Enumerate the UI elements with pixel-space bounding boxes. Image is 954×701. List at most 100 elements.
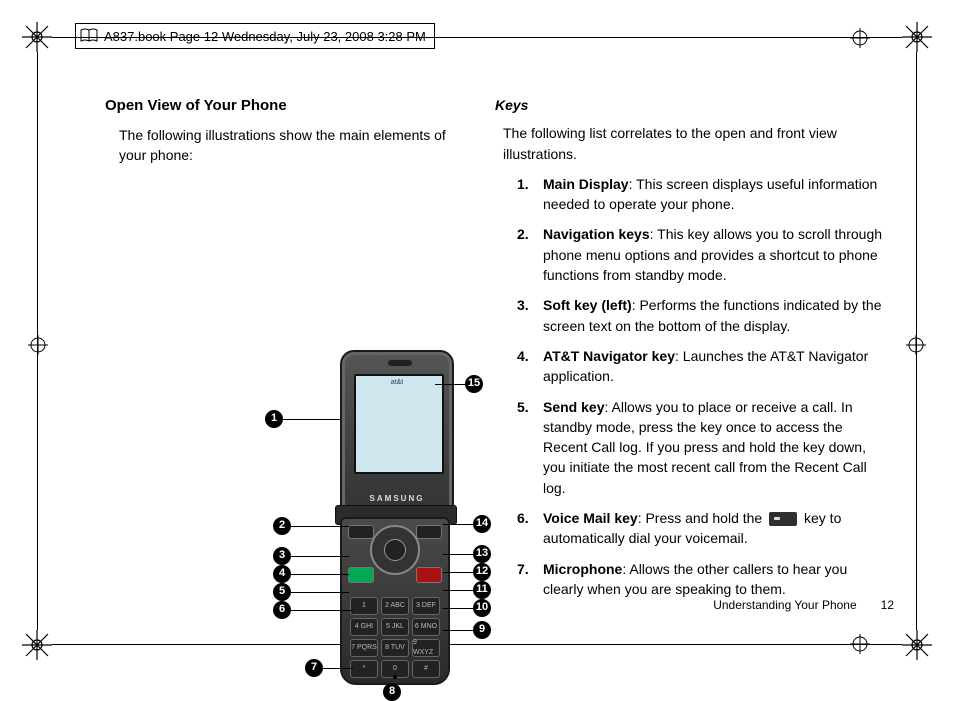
phone-send-key — [348, 567, 374, 583]
phone-number-keys: 1 2 ABC 3 DEF 4 GHI 5 JKL 6 MNO 7 PQRS 8… — [350, 597, 440, 678]
diagram-lead — [443, 554, 473, 555]
phone-earpiece — [388, 360, 412, 366]
diagram-callout-12: 12 — [473, 563, 491, 581]
phone-key: 9 WXYZ — [412, 639, 440, 657]
diagram-lead — [435, 384, 465, 385]
voicemail-key-icon — [769, 512, 797, 526]
diagram-callout-6: 6 — [273, 601, 291, 619]
phone-key: 6 MNO — [412, 618, 440, 636]
phone-key: # — [412, 660, 440, 678]
diagram-lead — [323, 668, 353, 669]
list-item: 1. Main Display: This screen displays us… — [495, 174, 885, 215]
registration-target-icon — [28, 335, 48, 355]
diagram-callout-5: 5 — [273, 583, 291, 601]
registration-starburst-icon — [902, 22, 932, 52]
phone-key: 8 TUV — [381, 639, 409, 657]
diagram-lead — [443, 524, 473, 525]
item-term: Main Display — [543, 176, 629, 192]
item-body: Voice Mail key: Press and hold the key t… — [543, 508, 885, 549]
item-number: 2. — [517, 224, 543, 285]
phone-key: 1 — [350, 597, 378, 615]
diagram-callout-3: 3 — [273, 547, 291, 565]
list-item: 5. Send key: Allows you to place or rece… — [495, 397, 885, 498]
phone-key: 4 GHI — [350, 618, 378, 636]
diagram-lead — [283, 419, 341, 420]
diagram-lead — [291, 556, 349, 557]
diagram-callout-1: 1 — [265, 410, 283, 428]
right-intro-text: The following list correlates to the ope… — [503, 123, 885, 164]
left-column: Open View of Your Phone The following il… — [105, 95, 465, 515]
item-number: 1. — [517, 174, 543, 215]
diagram-lead — [291, 610, 353, 611]
diagram-callout-8: 8 — [383, 683, 401, 701]
diagram-callout-4: 4 — [273, 565, 291, 583]
diagram-callout-15: 15 — [465, 375, 483, 393]
phone-key: * — [350, 660, 378, 678]
item-term: Microphone — [543, 561, 622, 577]
list-item: 4. AT&T Navigator key: Launches the AT&T… — [495, 346, 885, 387]
diagram-callout-13: 13 — [473, 545, 491, 563]
right-column: Keys The following list correlates to th… — [495, 95, 885, 609]
list-item: 6. Voice Mail key: Press and hold the ke… — [495, 508, 885, 549]
item-body: Send key: Allows you to place or receive… — [543, 397, 885, 498]
page-footer: Understanding Your Phone 12 — [495, 598, 894, 612]
registration-target-icon — [850, 28, 870, 48]
diagram-callout-14: 14 — [473, 515, 491, 533]
item-desc-before: : Press and hold the — [638, 510, 766, 526]
phone-softkey-left — [348, 525, 374, 539]
item-body: Soft key (left): Performs the functions … — [543, 295, 885, 336]
footer-page-number: 12 — [881, 598, 894, 612]
item-term: Voice Mail key — [543, 510, 638, 526]
diagram-callout-2: 2 — [273, 517, 291, 535]
list-item: 7. Microphone: Allows the other callers … — [495, 559, 885, 600]
item-body: Microphone: Allows the other callers to … — [543, 559, 885, 600]
diagram-lead — [291, 592, 349, 593]
diagram-lead — [443, 608, 473, 609]
diagram-callout-7: 7 — [305, 659, 323, 677]
item-body: Navigation keys: This key allows you to … — [543, 224, 885, 285]
item-body: AT&T Navigator key: Launches the AT&T Na… — [543, 346, 885, 387]
phone-key: 7 PQRS — [350, 639, 378, 657]
phone-key: 5 JKL — [381, 618, 409, 636]
heading-open-view: Open View of Your Phone — [105, 95, 465, 117]
diagram-callout-11: 11 — [473, 581, 491, 599]
diagram-callout-10: 10 — [473, 599, 491, 617]
item-number: 3. — [517, 295, 543, 336]
list-item: 3. Soft key (left): Performs the functio… — [495, 295, 885, 336]
left-intro-text: The following illustrations show the mai… — [119, 125, 465, 166]
diagram-callout-9: 9 — [473, 621, 491, 639]
phone-key: 3 DEF — [412, 597, 440, 615]
phone-flip-top: at&t SAMSUNG — [340, 350, 454, 514]
diagram-lead — [291, 574, 349, 575]
phone-screen — [354, 374, 444, 474]
crop-rule — [916, 52, 917, 630]
diagram-lead — [291, 526, 349, 527]
phone-softkey-right — [416, 525, 442, 539]
item-number: 5. — [517, 397, 543, 498]
phone-diagram: at&t SAMSUNG 1 2 ABC 3 DEF 4 GHI — [265, 355, 495, 695]
crop-rule — [37, 52, 38, 630]
item-number: 4. — [517, 346, 543, 387]
registration-starburst-icon — [902, 630, 932, 660]
footer-section: Understanding Your Phone — [713, 598, 856, 612]
registration-starburst-icon — [22, 630, 52, 660]
diagram-lead — [443, 630, 473, 631]
item-number: 7. — [517, 559, 543, 600]
registration-starburst-icon — [22, 22, 52, 52]
item-term: Soft key (left) — [543, 297, 632, 313]
page-header-text: A837.book Page 12 Wednesday, July 23, 20… — [104, 29, 426, 44]
book-icon — [80, 28, 98, 44]
phone-brand-label: SAMSUNG — [342, 493, 452, 505]
item-term: Navigation keys — [543, 226, 650, 242]
item-term: AT&T Navigator key — [543, 348, 675, 364]
heading-keys: Keys — [495, 95, 885, 115]
diagram-lead — [443, 572, 473, 573]
keys-list: 1. Main Display: This screen displays us… — [495, 174, 885, 599]
phone-key: 2 ABC — [381, 597, 409, 615]
phone-microphone — [393, 675, 397, 679]
list-item: 2. Navigation keys: This key allows you … — [495, 224, 885, 285]
diagram-lead — [443, 590, 473, 591]
item-number: 6. — [517, 508, 543, 549]
page-header-box: A837.book Page 12 Wednesday, July 23, 20… — [75, 23, 435, 49]
item-term: Send key — [543, 399, 604, 415]
